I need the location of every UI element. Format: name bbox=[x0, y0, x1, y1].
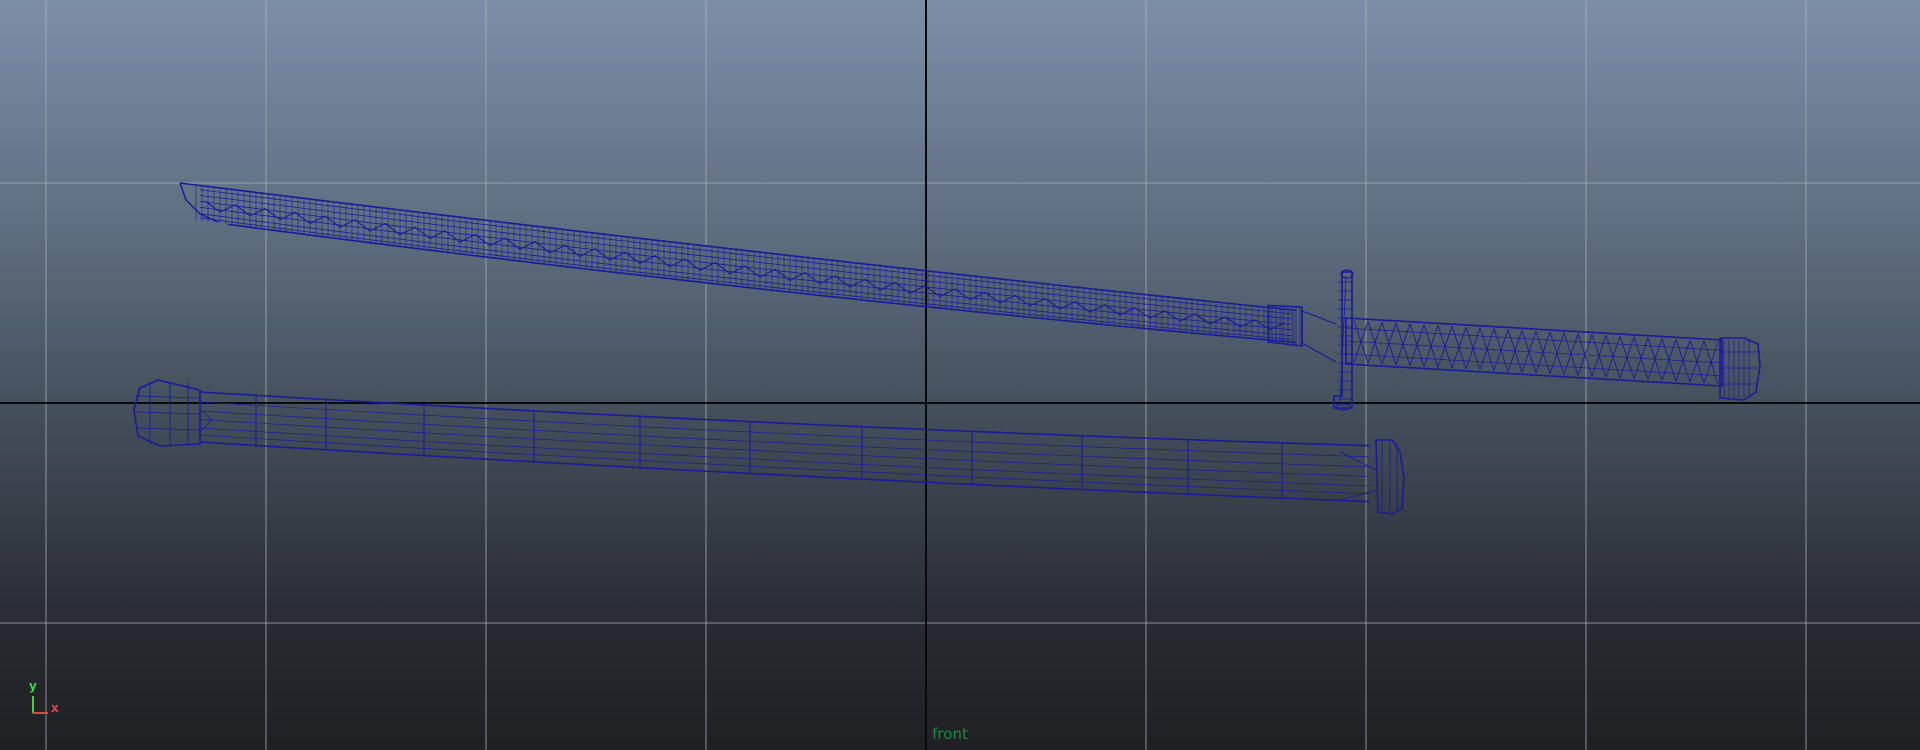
blade-seppa-top bbox=[1301, 310, 1337, 325]
katana-tsuba-wireframe[interactable] bbox=[1333, 269, 1354, 411]
katana-scabbard-wireframe[interactable] bbox=[133, 379, 1405, 515]
scabbard-mouth-loop bbox=[135, 427, 201, 431]
camera-name-label: front bbox=[932, 725, 968, 743]
world-axis-lines bbox=[0, 0, 1920, 750]
scabbard-edge-loop bbox=[199, 427, 1371, 487]
handle-pommel bbox=[1719, 337, 1761, 401]
scabbard-edge-loop bbox=[199, 410, 1371, 468]
modeling-viewport-front[interactable]: y x front bbox=[0, 0, 1920, 750]
scabbard-chape-taper bbox=[1339, 489, 1377, 501]
scabbard-mouth-loop bbox=[135, 395, 201, 399]
handle-edge-loop bbox=[1345, 353, 1723, 377]
scabbard-edge-loop bbox=[199, 434, 1371, 495]
blade-back-edge bbox=[179, 182, 1297, 312]
axis-y-label: y bbox=[29, 679, 37, 693]
tsuba-bottom-cap bbox=[1335, 403, 1351, 411]
viewport-grid bbox=[0, 0, 1920, 750]
viewport-scene bbox=[0, 0, 1920, 750]
blade-hamon-line bbox=[204, 200, 1286, 331]
scabbard-edge-loop bbox=[199, 401, 1371, 458]
axis-x-label: x bbox=[51, 701, 59, 715]
tsuba-center-line bbox=[1339, 275, 1347, 407]
scabbard-chape-taper bbox=[1339, 451, 1377, 471]
katana-handle-wireframe[interactable] bbox=[1345, 317, 1761, 401]
blade-seppa-bottom bbox=[1301, 342, 1337, 363]
handle-edge-loop bbox=[1345, 340, 1723, 364]
scabbard-mouth-loop bbox=[135, 411, 201, 415]
scabbard-top-edge bbox=[199, 391, 1371, 447]
katana-blade-wireframe[interactable] bbox=[179, 182, 1337, 363]
